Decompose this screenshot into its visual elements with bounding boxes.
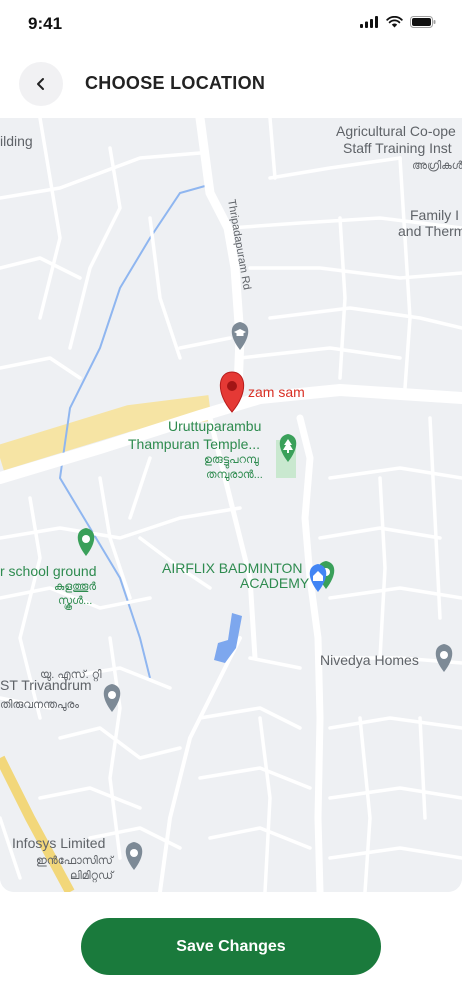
wifi-icon: [386, 16, 403, 28]
map-label-school-1: r school ground: [0, 563, 97, 579]
map-label-family-1: Family I: [410, 207, 459, 223]
map-label-infosys-ml2: ലിമിറ്റഡ്: [70, 870, 115, 883]
map-label-ust-ml: തിരുവനന്തപുരം: [0, 699, 79, 711]
map-label-agri-ml: അഗ്രികൾ: [412, 160, 462, 172]
map-label-school-ml1: കുളത്തൂർ: [54, 581, 96, 593]
map-label-family-2: and Therm: [398, 223, 462, 239]
header: CHOOSE LOCATION: [0, 58, 462, 112]
map-label-airflix-1: AIRFLIX BADMINTON: [162, 560, 303, 576]
status-time: 9:41: [28, 14, 63, 33]
map-view[interactable]: ilding Agricultural Co-ope Staff Trainin…: [0, 118, 462, 892]
map-pin-label: zam sam: [248, 384, 305, 400]
map-label-nivedya: Nivedya Homes: [320, 652, 419, 668]
map-label-infosys-ml1: ഇൻഫോസിസ്: [36, 855, 115, 867]
map-label-temple-1: Uruttuparambu: [168, 418, 261, 434]
back-button[interactable]: [19, 62, 63, 106]
map-canvas[interactable]: ilding Agricultural Co-ope Staff Trainin…: [0, 118, 462, 892]
map-label-temple-ml1: ഉരുട്ടുപറമ്പു: [204, 454, 259, 468]
map-label-infosys-1: Infosys Limited: [12, 835, 105, 851]
map-label-building: ilding: [0, 133, 33, 149]
status-bar: 9:41: [0, 0, 462, 50]
signal-icon: [360, 16, 378, 28]
status-icons: [360, 16, 436, 28]
page-title: CHOOSE LOCATION: [85, 73, 266, 93]
map-label-agri-1: Agricultural Co-ope: [336, 123, 456, 139]
map-label-temple-ml2: തമ്പുരാൻ...: [206, 469, 263, 481]
map-label-ust-ml2: യു. എസ്. റ്റി: [40, 669, 102, 682]
battery-icon: [410, 16, 436, 28]
map-label-airflix-2: ACADEMY: [240, 575, 310, 591]
chevron-left-icon: [37, 78, 44, 90]
map-label-temple-2: Thampuran Temple...: [128, 436, 260, 452]
save-changes-button[interactable]: Save Changes: [81, 918, 381, 975]
map-label-agri-2: Staff Training Inst: [343, 140, 452, 156]
